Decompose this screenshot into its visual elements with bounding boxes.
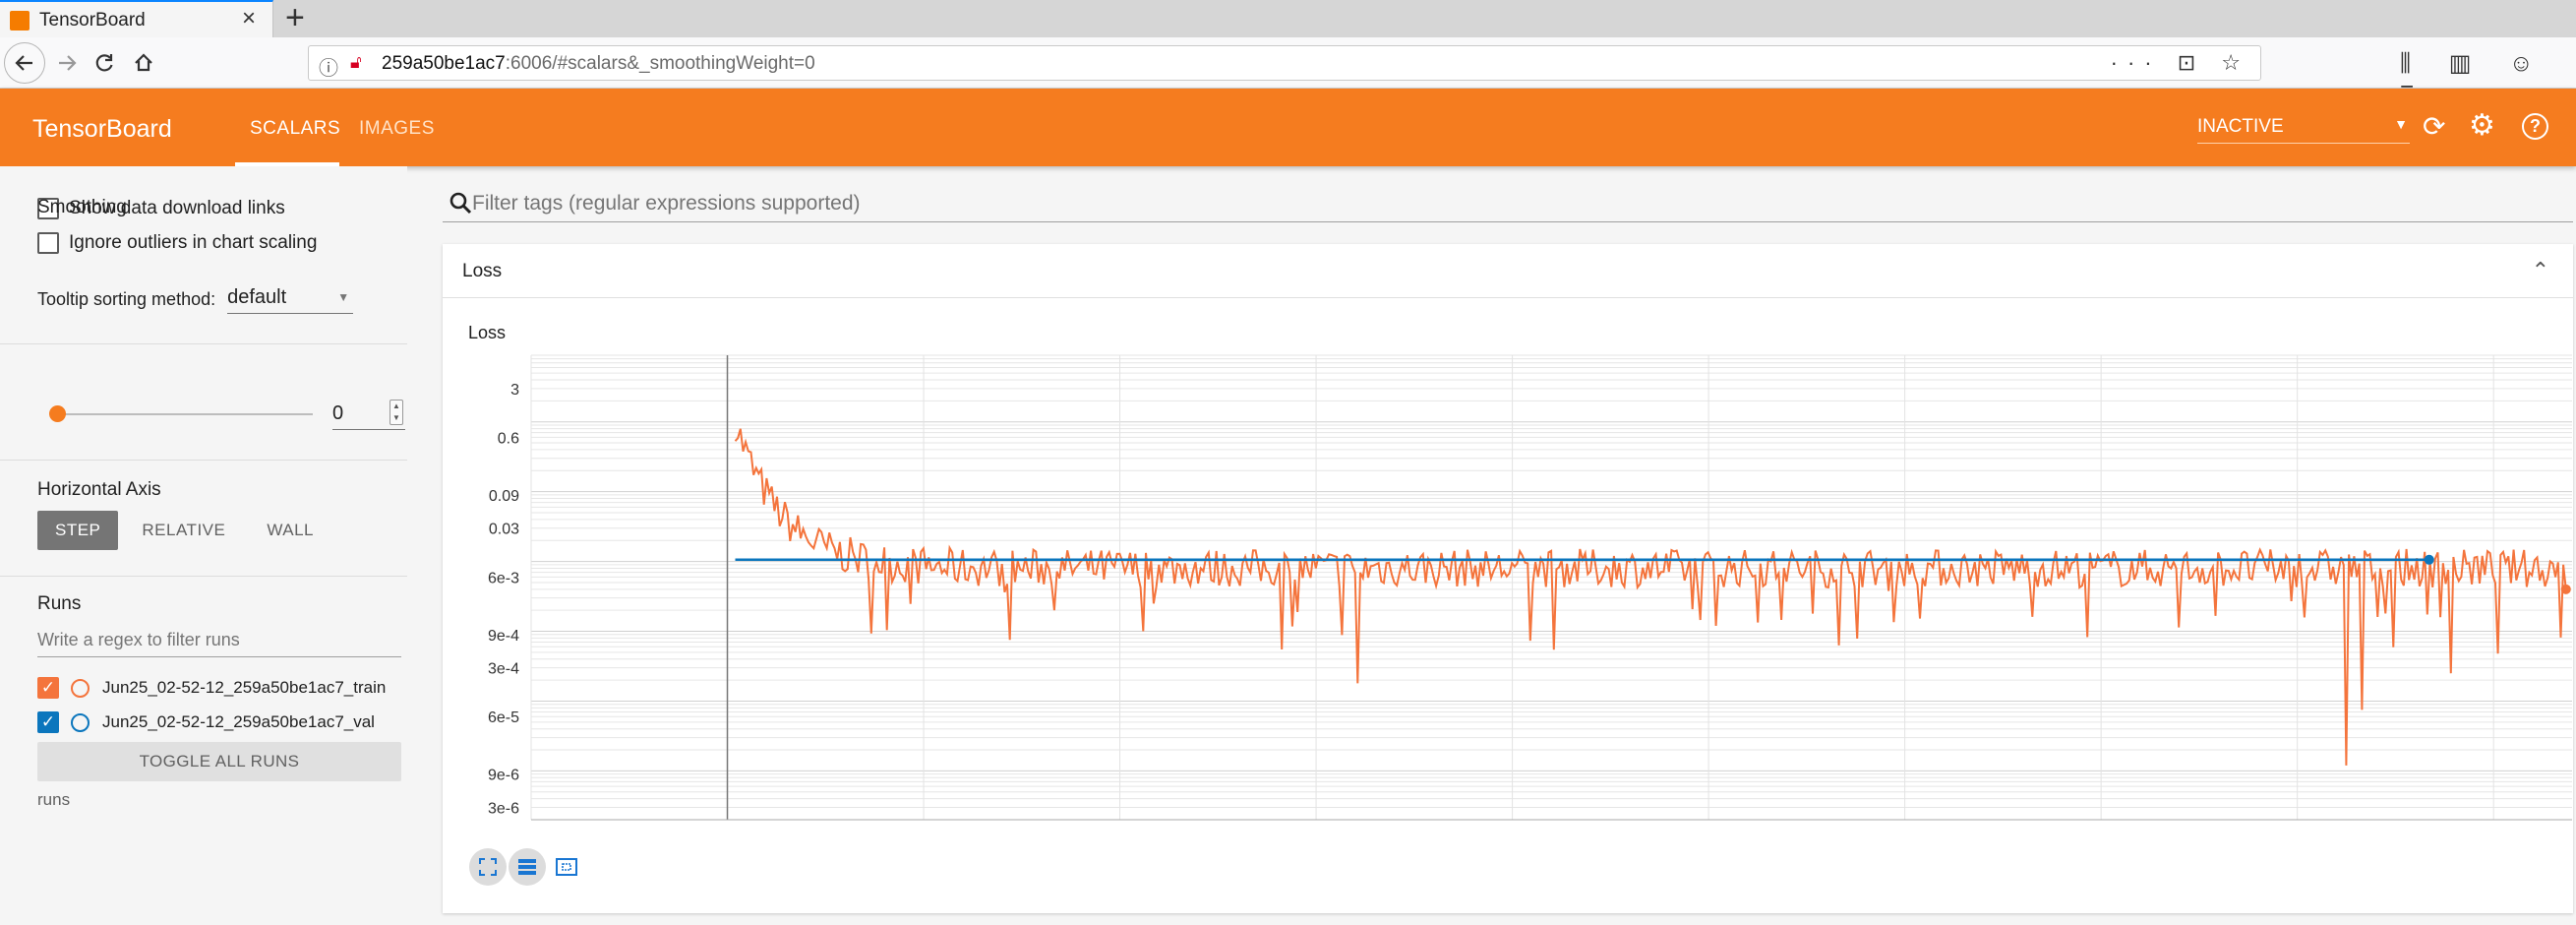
insecure-lock-icon[interactable]: 🔓︎: [350, 52, 362, 73]
reload-icon[interactable]: [83, 41, 126, 85]
smoothing-value: 0: [332, 402, 344, 424]
ignore-outliers-option[interactable]: Ignore outliers in chart scaling: [37, 229, 317, 257]
loss-chart[interactable]: 3 0.6 0.09 0.03 6e-3 9e-4 3e-4 6e-5 9e-6 3e-6: [443, 349, 2576, 822]
y-tick-label: 6e-3: [488, 570, 519, 586]
run-checkbox-checked-icon[interactable]: ✓: [37, 711, 59, 733]
url-host: 259a50be1ac7: [382, 53, 506, 74]
chart-title: Loss: [468, 323, 507, 342]
search-icon: [449, 192, 472, 215]
y-tick-label: 9e-6: [488, 768, 519, 784]
fullscreen-icon[interactable]: [469, 848, 507, 886]
ignore-outliers-label: Ignore outliers in chart scaling: [69, 232, 318, 253]
browser-tab-title: TensorBoard: [39, 10, 146, 31]
runs-filter-placeholder: Write a regex to filter runs: [37, 630, 240, 649]
close-tab-icon[interactable]: ×: [242, 7, 256, 31]
app-logo: TensorBoard: [32, 115, 172, 143]
runs-caption: runs: [37, 790, 71, 809]
toggle-all-runs-button[interactable]: TOGGLE ALL RUNS: [37, 742, 401, 781]
axis-step-button[interactable]: STEP: [37, 511, 119, 550]
runs-title: Runs: [37, 593, 82, 614]
data-table-icon[interactable]: [509, 848, 546, 886]
ignore-outliers-checkbox[interactable]: [37, 232, 59, 254]
url-text[interactable]: 259a50be1ac7:6006/#scalars&_smoothingWei…: [382, 53, 815, 75]
url-bar[interactable]: ⓘ 🔓︎ 259a50be1ac7:6006/#scalars&_smoothi…: [308, 45, 2261, 81]
card-title: Loss: [462, 261, 503, 281]
tooltip-sorting-row: Tooltip sorting method: default ▼: [37, 284, 354, 314]
run-color-swatch[interactable]: [71, 678, 90, 698]
options-section: Show data download links Ignore outliers…: [0, 166, 407, 344]
tab-images[interactable]: IMAGES: [359, 118, 435, 140]
tooltip-sorting-value: default: [227, 286, 287, 308]
gear-icon[interactable]: ⚙: [2469, 108, 2495, 143]
y-tick-label: 3e-4: [488, 661, 519, 678]
axis-wall-button[interactable]: WALL: [249, 511, 331, 550]
run-checkbox-checked-icon[interactable]: ✓: [37, 677, 59, 699]
loss-card-header[interactable]: Loss ⌃: [443, 244, 2573, 298]
refresh-icon[interactable]: ⟳: [2423, 110, 2445, 143]
back-arrow-icon[interactable]: [4, 42, 45, 84]
tag-filter-placeholder: Filter tags (regular expressions support…: [472, 192, 861, 215]
chart-series: [734, 428, 2571, 766]
sidebar: Show data download links Ignore outliers…: [0, 166, 407, 925]
runs-filter-input[interactable]: Write a regex to filter runs: [37, 626, 401, 657]
run-item[interactable]: ✓ Jun25_02-52-12_259a50be1ac7_val: [37, 708, 375, 737]
dashboard-select-value: INACTIVE: [2197, 116, 2284, 137]
chevron-down-icon: ▼: [337, 290, 350, 304]
browser-navbar: ⓘ 🔓︎ 259a50be1ac7:6006/#scalars&_smoothi…: [0, 37, 2576, 104]
y-tick-label: 3e-6: [488, 801, 519, 818]
y-tick-label: 6e-5: [488, 709, 519, 726]
y-tick-label: 9e-4: [488, 628, 519, 645]
y-axis-ticks: 3 0.6 0.09 0.03 6e-3 9e-4 3e-4 6e-5 9e-6 3e-6: [488, 382, 519, 818]
chart-actions: [469, 848, 587, 886]
run-label: Jun25_02-52-12_259a50be1ac7_val: [102, 712, 375, 731]
axis-relative-button[interactable]: RELATIVE: [124, 511, 243, 550]
val-series-endpoint: [2424, 554, 2434, 565]
smoothing-spinner-icon[interactable]: ▲ ▼: [389, 400, 403, 425]
site-info-icon[interactable]: ⓘ: [319, 52, 338, 81]
browser-tab[interactable]: TensorBoard ×: [0, 0, 273, 37]
y-tick-label: 0.03: [489, 522, 519, 538]
y-tick-label: 0.09: [489, 488, 519, 505]
browser-tabstrip: TensorBoard × +: [0, 0, 2576, 37]
y-tick-label: 0.6: [498, 430, 519, 447]
run-item[interactable]: ✓ Jun25_02-52-12_259a50be1ac7_train: [37, 673, 386, 703]
tooltip-sorting-label: Tooltip sorting method:: [37, 288, 216, 309]
help-icon[interactable]: ?: [2522, 113, 2548, 140]
run-label: Jun25_02-52-12_259a50be1ac7_train: [102, 678, 387, 697]
chevron-down-icon: ▼: [2394, 116, 2408, 132]
tensorboard-header: TensorBoard SCALARS IMAGES INACTIVE ▼ ⟳ …: [0, 89, 2576, 166]
smoothing-input[interactable]: 0 ▲ ▼: [332, 399, 405, 430]
horizontal-axis-title: Horizontal Axis: [37, 479, 161, 500]
dashboard-select[interactable]: INACTIVE ▼: [2197, 112, 2410, 144]
train-series-line: [734, 428, 2567, 766]
home-icon[interactable]: [122, 41, 165, 85]
horizontal-axis-options: STEP RELATIVE WALL: [37, 511, 337, 550]
smoothing-title: Smoothing: [37, 197, 127, 217]
new-tab-button[interactable]: +: [285, 1, 305, 34]
run-color-swatch[interactable]: [71, 712, 90, 732]
tab-scalars[interactable]: SCALARS: [250, 118, 340, 140]
page-actions-icon[interactable]: ··· ⊡ ☆: [2111, 50, 2250, 76]
url-path: :6006/#scalars&_smoothingWeight=0: [505, 53, 815, 74]
train-series-endpoint: [2560, 584, 2571, 594]
tensorboard-favicon-icon: [10, 11, 30, 31]
y-tick-label: 3: [510, 382, 519, 399]
collapse-icon[interactable]: ⌃: [2532, 258, 2549, 283]
smoothing-slider-handle[interactable]: [49, 405, 66, 422]
fit-domain-icon[interactable]: [548, 848, 585, 886]
smoothing-slider-track[interactable]: [57, 413, 313, 415]
tooltip-sorting-select[interactable]: default ▼: [227, 284, 354, 314]
tag-filter[interactable]: Filter tags (regular expressions support…: [443, 187, 2573, 222]
